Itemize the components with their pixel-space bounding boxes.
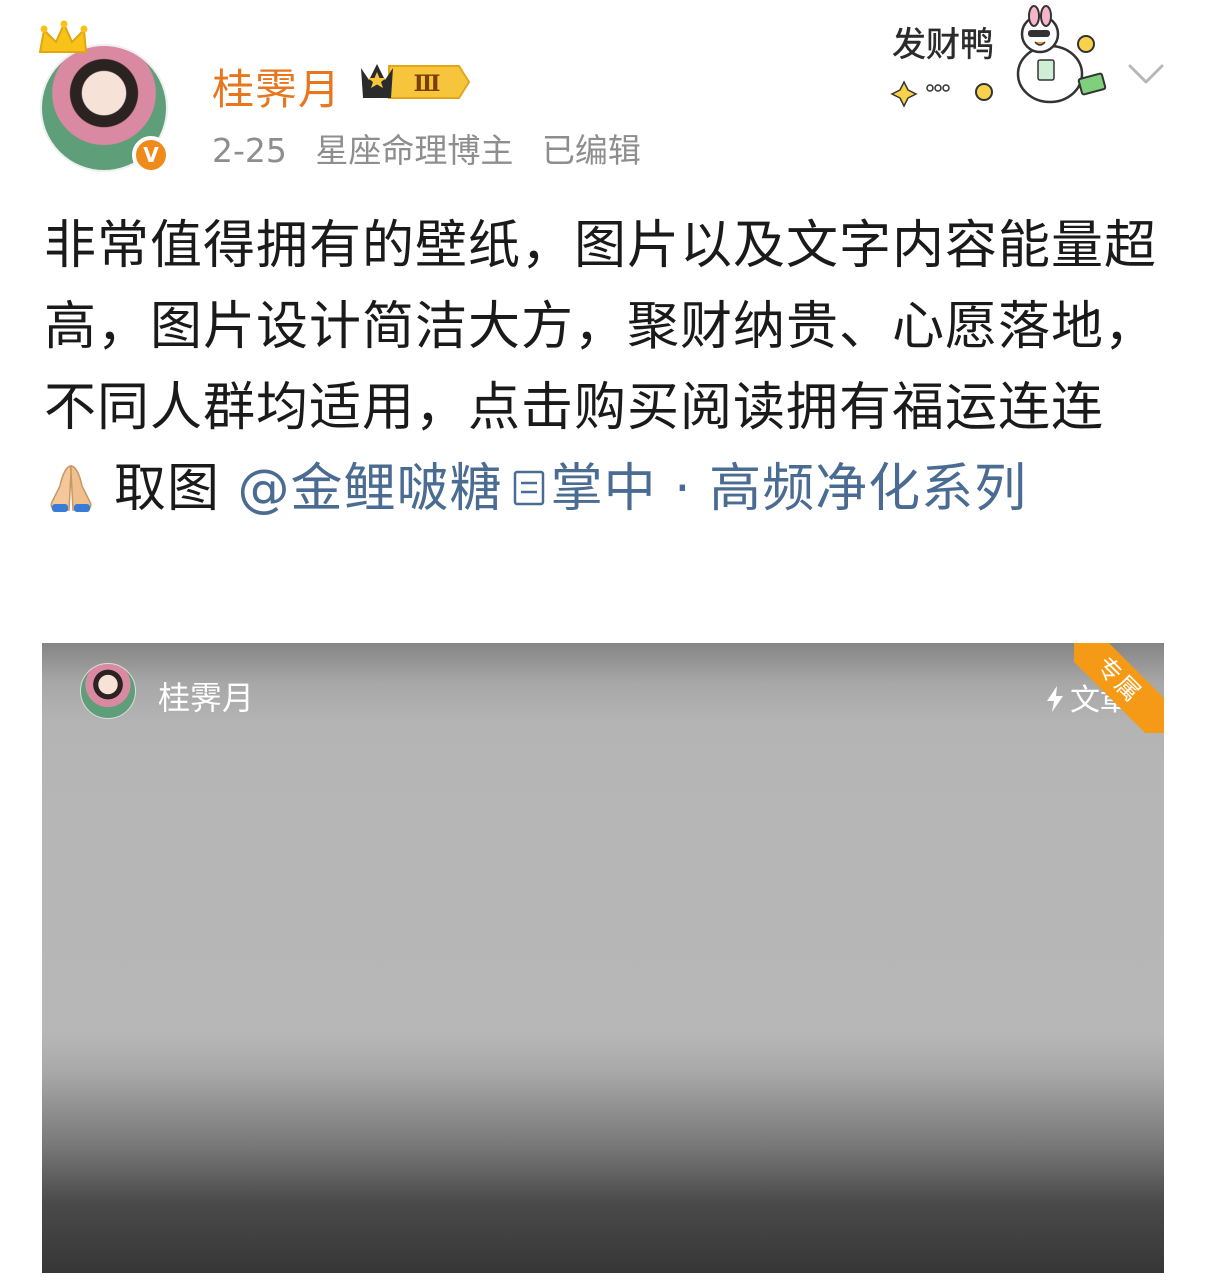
fortune-duck-sticker[interactable]: 发财鸭 xyxy=(888,4,1110,112)
verified-badge-icon: V xyxy=(132,136,170,174)
lightning-icon xyxy=(1047,686,1063,712)
folded-hands-emoji xyxy=(50,465,92,512)
article-card[interactable]: 桂霁月 文章 专属 xyxy=(42,643,1164,1273)
post-text-take-image: 取图 xyxy=(114,459,221,519)
ribbon-label: 专属 xyxy=(1074,643,1164,733)
author-name[interactable]: 桂霁月 xyxy=(212,56,341,117)
card-author-avatar xyxy=(80,663,136,719)
post-date[interactable]: 2-25 xyxy=(212,131,287,170)
sticker-text: 发财鸭 xyxy=(892,25,994,65)
document-icon xyxy=(513,470,544,506)
user-mention-link[interactable]: @金鲤啵糖 xyxy=(238,459,503,519)
edited-label[interactable]: 已编辑 xyxy=(542,131,641,170)
vip-level-badge[interactable]: Ⅲ xyxy=(355,58,473,106)
post-body: 非常值得拥有的壁纸，图片以及文字内容能量超高，图片设计简洁大方，聚财纳贵、心愿落… xyxy=(44,206,1164,530)
vip-level-text: Ⅲ xyxy=(414,71,441,97)
collection-link[interactable]: 掌中 · 高频净化系列 xyxy=(551,459,1028,519)
author-avatar-wrapper[interactable]: V xyxy=(38,20,170,174)
post-meta: 2-25 星座命理博主 已编辑 xyxy=(212,124,659,172)
exclusive-ribbon: 专属 xyxy=(1074,643,1164,733)
card-author-name: 桂霁月 xyxy=(158,679,255,717)
author-bio: 星座命理博主 xyxy=(315,131,514,170)
crown-icon xyxy=(38,20,88,53)
chevron-down-icon[interactable] xyxy=(1126,56,1166,90)
post-header: V 桂霁月 Ⅲ 2-25 星座命理博主 已编辑 发财鸭 xyxy=(0,0,1206,190)
post-text-main: 非常值得拥有的壁纸，图片以及文字内容能量超高，图片设计简洁大方，聚财纳贵、心愿落… xyxy=(44,216,1158,438)
